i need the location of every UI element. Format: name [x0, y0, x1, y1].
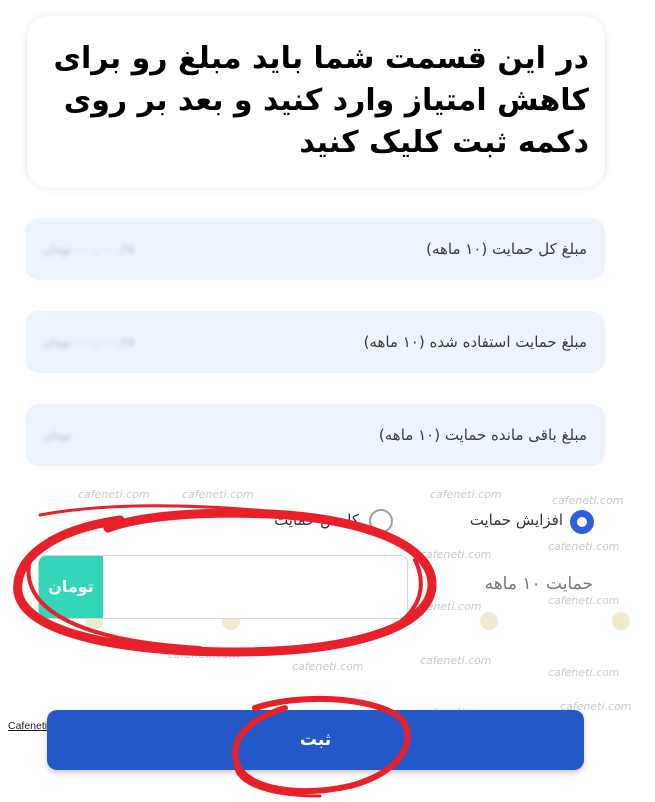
instruction-text: در این قسمت شما باید مبلغ رو برای کاهش ا…	[53, 41, 589, 160]
watermark: cafeneti.com	[420, 654, 492, 667]
radio-increase[interactable]	[570, 510, 594, 534]
info-value: ۰۰۰,۰۰۰,۲۵ تومان	[43, 335, 135, 349]
info-row-total: مبلغ کل حمایت (۱۰ ماهه) ۰۰۰,۰۰۰,۲۵ تومان	[25, 218, 605, 280]
info-row-remaining: مبلغ باقی مانده حمایت (۱۰ ماهه) ۰ تومان	[25, 404, 605, 466]
watermark: cafeneti.com	[182, 488, 254, 501]
radio-label-decrease[interactable]: کاهش حمایت	[274, 511, 359, 529]
watermark: cafeneti.com	[168, 648, 240, 661]
watermark: cafeneti.com	[410, 600, 482, 613]
info-label: مبلغ باقی مانده حمایت (۱۰ ماهه)	[378, 426, 587, 444]
watermark: cafeneti.com	[548, 666, 620, 679]
watermark: cafeneti.com	[420, 548, 492, 561]
watermark-logo-icon	[480, 612, 498, 630]
radio-label-increase[interactable]: افزایش حمایت	[470, 511, 563, 529]
amount-label: حمایت ۱۰ ماهه	[484, 574, 593, 594]
unit-badge: تومان	[39, 556, 103, 618]
watermark: cafeneti.com	[552, 494, 624, 507]
watermark: cafeneti.com	[292, 660, 364, 673]
info-label: مبلغ حمایت استفاده شده (۱۰ ماهه)	[363, 333, 587, 351]
info-label: مبلغ کل حمایت (۱۰ ماهه)	[426, 240, 587, 258]
watermark: cafeneti.com	[430, 488, 502, 501]
radio-decrease[interactable]	[369, 509, 393, 533]
info-value: ۰۰۰,۰۰۰,۲۵ تومان	[43, 242, 135, 256]
amount-field[interactable]: تومان	[38, 555, 408, 619]
info-row-used: مبلغ حمایت استفاده شده (۱۰ ماهه) ۰۰۰,۰۰۰…	[25, 311, 605, 373]
watermark: cafeneti.com	[548, 540, 620, 553]
amount-input[interactable]	[103, 556, 407, 618]
watermark-logo-icon	[612, 612, 630, 630]
instruction-callout: در این قسمت شما باید مبلغ رو برای کاهش ا…	[27, 16, 605, 188]
submit-button[interactable]: ثبت	[47, 710, 584, 770]
watermark: cafeneti.com	[78, 488, 150, 501]
watermark: cafeneti.com	[548, 594, 620, 607]
info-value: ۰ تومان	[43, 428, 82, 442]
